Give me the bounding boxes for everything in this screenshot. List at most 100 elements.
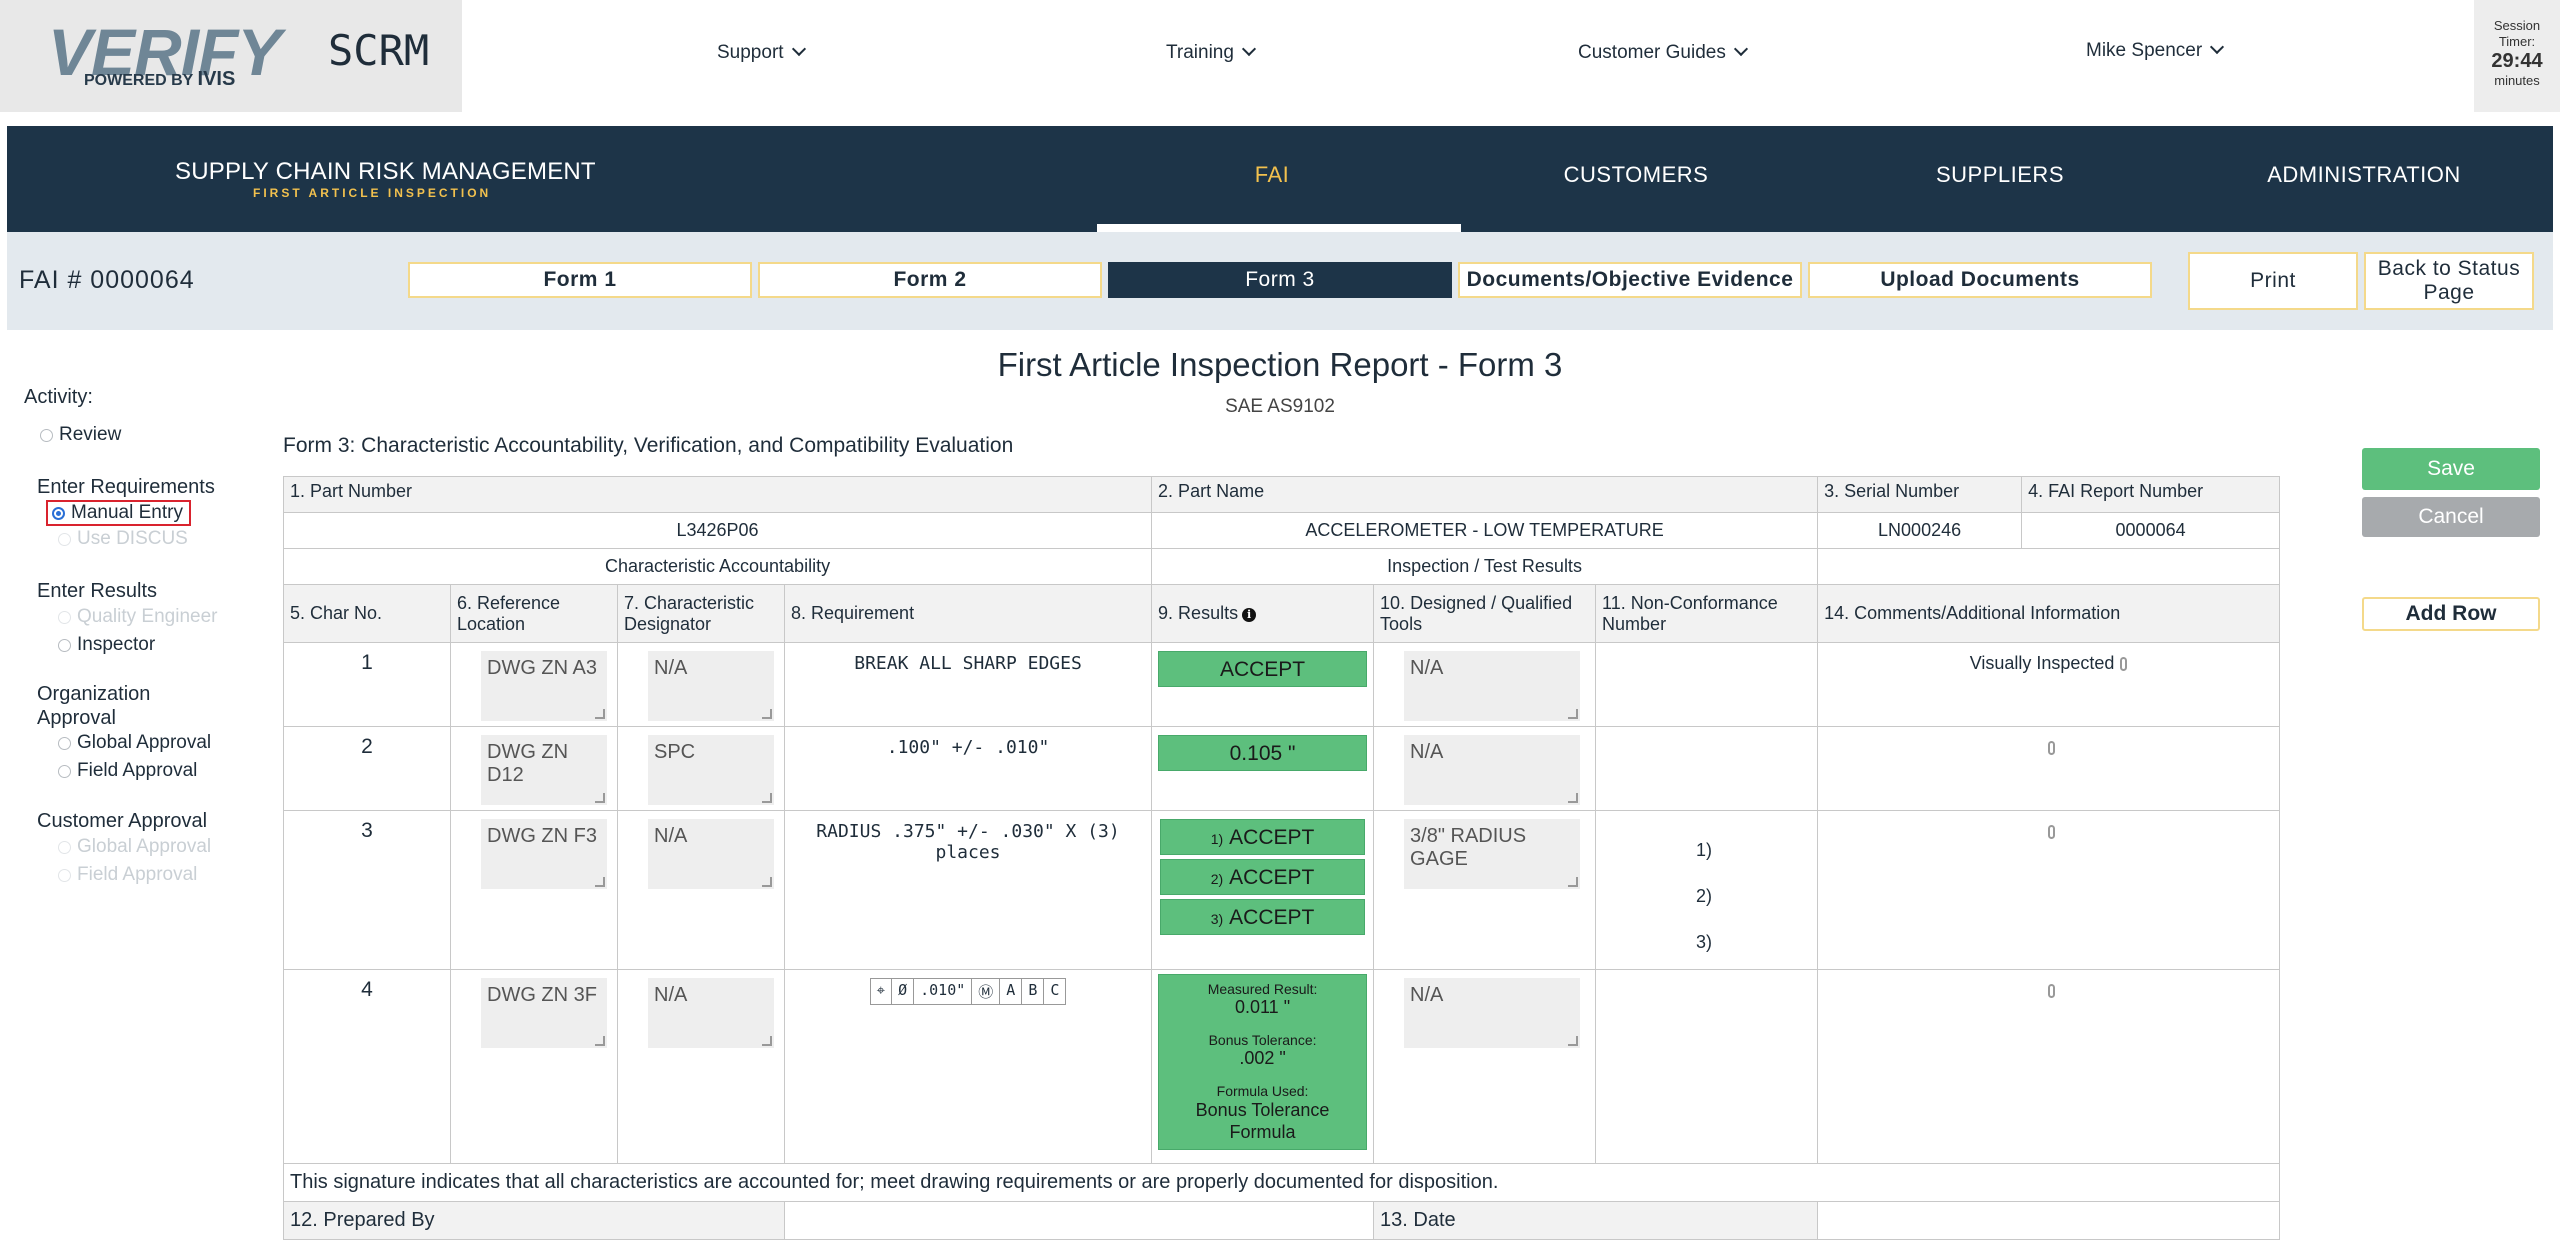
nav-support[interactable]: Support xyxy=(717,41,806,64)
ref-location-input[interactable]: DWG ZN A3 xyxy=(481,651,607,721)
review-option[interactable]: Review xyxy=(40,424,121,446)
nav-fai[interactable]: FAI xyxy=(1090,162,1454,188)
tools-input[interactable]: N/A xyxy=(1404,735,1581,805)
part-number-value: L3426P06 xyxy=(282,512,1153,549)
org-global-approval-radio[interactable] xyxy=(58,736,71,750)
comments-cell[interactable] xyxy=(1817,969,2281,1164)
tools-input[interactable]: 3/8" RADIUS GAGE xyxy=(1404,819,1581,889)
ncr-item[interactable]: 1) xyxy=(1696,827,1811,873)
mmc-modifier-icon: Ⓜ xyxy=(972,979,1001,1004)
add-row-button[interactable]: Add Row xyxy=(2362,597,2540,631)
nav-suppliers[interactable]: SUPPLIERS xyxy=(1818,162,2182,188)
use-discus-radio xyxy=(58,532,71,546)
org-field-approval-option[interactable]: Field Approval xyxy=(58,760,197,782)
gdt-result-button[interactable]: Measured Result: 0.011 " Bonus Tolerance… xyxy=(1158,974,1368,1150)
prepared-by-field[interactable] xyxy=(783,1201,1375,1240)
ref-location-cell: DWG ZN F3 xyxy=(450,810,618,970)
info-icon[interactable]: i xyxy=(1242,608,1257,622)
org-global-approval-option[interactable]: Global Approval xyxy=(58,732,211,754)
col-comments: 14. Comments/Additional Information xyxy=(1817,584,2281,643)
result-accept-button-2[interactable]: 2) ACCEPT xyxy=(1160,859,1366,895)
tab-form-2[interactable]: Form 2 xyxy=(758,262,1102,298)
enter-results-label: Enter Results xyxy=(37,580,158,602)
form-tab-bar: FAI # 0000064 Form 1 Form 2 Form 3 Docum… xyxy=(7,232,2553,330)
ref-location-input[interactable]: DWG ZN F3 xyxy=(481,819,607,889)
diameter-symbol: Ø xyxy=(892,979,915,1004)
nav-customer-guides[interactable]: Customer Guides xyxy=(1578,41,1748,64)
ncr-cell xyxy=(1595,969,1819,1164)
cancel-button[interactable]: Cancel xyxy=(2362,497,2540,537)
tools-input[interactable]: N/A xyxy=(1404,651,1581,721)
session-time: 29:44 xyxy=(2491,50,2543,72)
ref-location-input[interactable]: DWG ZN D12 xyxy=(481,735,607,805)
designator-input[interactable]: N/A xyxy=(648,819,774,889)
col-designed-tools: 10. Designed / Qualified Tools xyxy=(1373,584,1597,643)
manual-entry-highlight[interactable]: Manual Entry xyxy=(46,500,191,526)
tab-form-1[interactable]: Form 1 xyxy=(408,262,752,298)
result-value-button[interactable]: 0.105 " xyxy=(1158,735,1368,771)
table-row: 4 DWG ZN 3F N/A ⌖ Ø .010" Ⓜ A B C Measur… xyxy=(283,969,2281,1164)
comments-cell[interactable] xyxy=(1817,726,2281,811)
requirement-cell: .100" +/- .010" xyxy=(783,726,1153,811)
tab-form-3[interactable]: Form 3 xyxy=(1108,262,1452,298)
quality-engineer-label: Quality Engineer xyxy=(77,606,218,627)
date-field[interactable] xyxy=(1817,1201,2281,1240)
session-unit: minutes xyxy=(2494,73,2540,88)
inspector-label: Inspector xyxy=(77,634,156,655)
comment-text: Visually Inspected xyxy=(1969,653,2115,673)
char-number: 1 xyxy=(283,642,451,727)
nav-training[interactable]: Training xyxy=(1166,41,1257,64)
brand-title[interactable]: SUPPLY CHAIN RISK MANAGEMENT xyxy=(175,158,596,186)
fai-number: FAI # 0000064 xyxy=(19,266,195,294)
inspector-option[interactable]: Inspector xyxy=(58,634,155,656)
nav-customers[interactable]: CUSTOMERS xyxy=(1454,162,1818,188)
result-accept-button-3[interactable]: 3) ACCEPT xyxy=(1160,899,1366,935)
signature-note-row: This signature indicates that all charac… xyxy=(282,1163,2281,1202)
result-accept-button[interactable]: ACCEPT xyxy=(1158,651,1368,687)
designator-input[interactable]: N/A xyxy=(648,651,774,721)
ref-location-input[interactable]: DWG ZN 3F xyxy=(481,978,607,1048)
comments-cell[interactable]: Visually Inspected xyxy=(1817,642,2281,727)
table-row: 1 DWG ZN A3 N/A BREAK ALL SHARP EDGES AC… xyxy=(283,642,2281,727)
ncr-item[interactable]: 3) xyxy=(1696,919,1811,965)
datum-a: A xyxy=(1000,979,1023,1004)
paperclip-icon[interactable] xyxy=(2048,984,2056,999)
result-accept-button-1[interactable]: 1) ACCEPT xyxy=(1160,819,1366,855)
designator-cell: N/A xyxy=(617,969,785,1164)
nav-administration[interactable]: ADMINISTRATION xyxy=(2182,162,2546,188)
back-to-status-button[interactable]: Back to Status Page xyxy=(2364,252,2534,310)
designator-input[interactable]: N/A xyxy=(648,978,774,1048)
measured-label: Measured Result: xyxy=(1207,981,1318,997)
paperclip-icon[interactable] xyxy=(2120,657,2128,672)
print-button[interactable]: Print xyxy=(2188,252,2358,310)
tab-upload-documents[interactable]: Upload Documents xyxy=(1808,262,2152,298)
chevron-down-icon xyxy=(1733,41,1748,57)
review-radio[interactable] xyxy=(40,428,53,442)
session-label: Session Timer: xyxy=(2474,18,2560,50)
nav-training-label: Training xyxy=(1166,42,1234,63)
nav-customer-guides-label: Customer Guides xyxy=(1578,42,1726,63)
manual-entry-option[interactable]: Manual Entry xyxy=(46,500,191,526)
logo-area[interactable]: VERIFY POWERED BY IVIS SCRM xyxy=(0,0,462,112)
org-field-approval-label: Field Approval xyxy=(77,760,198,781)
save-button[interactable]: Save xyxy=(2362,448,2540,490)
org-field-approval-radio[interactable] xyxy=(58,764,71,778)
result-label: ACCEPT xyxy=(1229,866,1315,889)
inspector-radio[interactable] xyxy=(58,638,71,652)
comments-cell[interactable] xyxy=(1817,810,2281,970)
ref-location-cell: DWG ZN A3 xyxy=(450,642,618,727)
designator-input[interactable]: SPC xyxy=(648,735,774,805)
result-label: ACCEPT xyxy=(1229,826,1315,849)
paperclip-icon[interactable] xyxy=(2048,741,2056,756)
paperclip-icon[interactable] xyxy=(2048,825,2056,840)
user-menu[interactable]: Mike Spencer xyxy=(2086,39,2225,62)
manual-entry-radio[interactable] xyxy=(52,506,65,520)
col-results: 9. Results i xyxy=(1151,584,1375,643)
tab-documents-evidence[interactable]: Documents/Objective Evidence xyxy=(1458,262,1802,298)
ncr-item[interactable]: 2) xyxy=(1696,873,1811,919)
ncr-cell xyxy=(1595,642,1819,727)
prepared-by-label: 12. Prepared By xyxy=(283,1201,785,1240)
enter-requirements-label: Enter Requirements xyxy=(37,476,215,498)
column-header-row: 5. Char No. 6. Reference Location 7. Cha… xyxy=(283,584,2281,643)
tools-input[interactable]: N/A xyxy=(1404,978,1581,1048)
